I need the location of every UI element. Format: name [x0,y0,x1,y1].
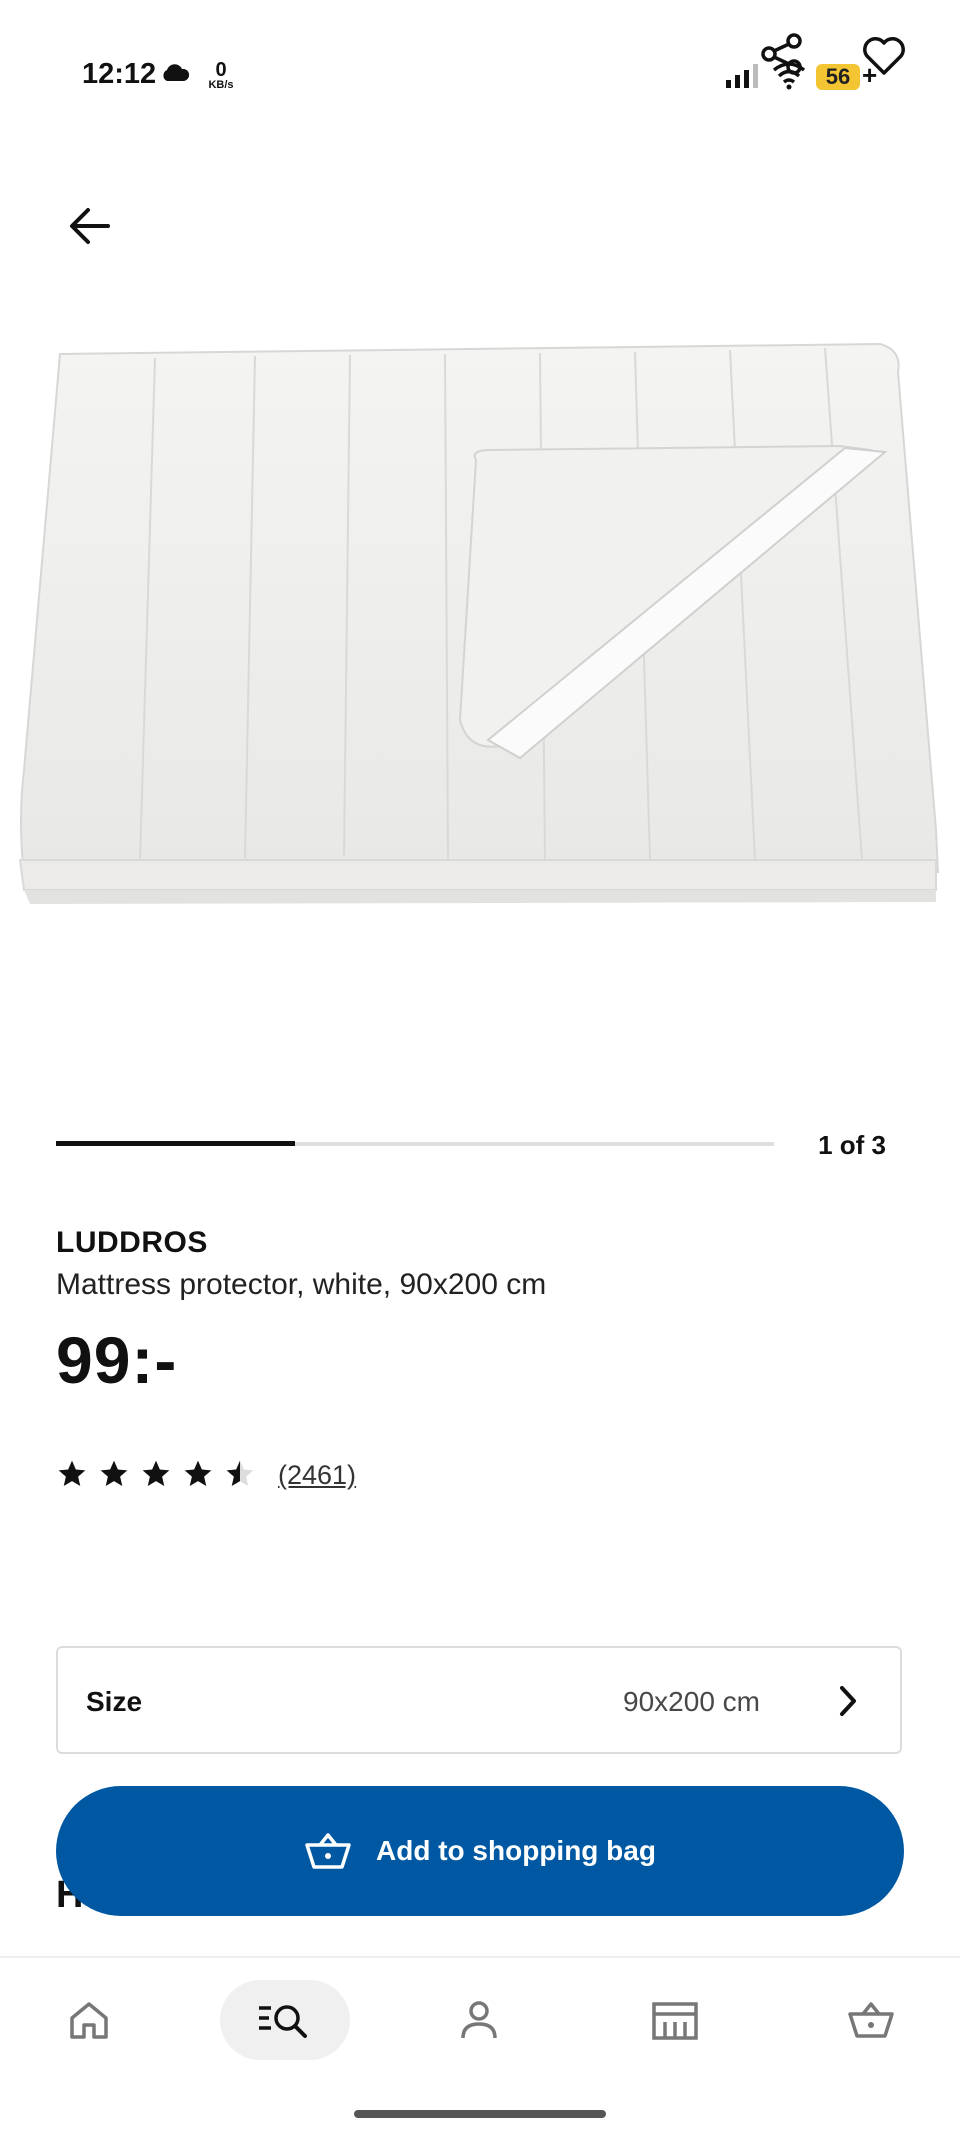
size-value: 90x200 cm [623,1686,760,1717]
back-arrow-icon[interactable] [68,202,124,250]
network-speed-value: 0 [215,59,227,81]
size-selector[interactable]: Size 90x200 cm [56,1646,902,1754]
signal-icon [726,64,758,88]
carousel-counter: 1 of 3 [818,1130,886,1160]
basket-icon [848,2002,894,2038]
nav-profile[interactable] [414,1980,544,2060]
status-time: 12:12 [82,58,157,90]
add-to-bag-label: Add to shopping bag [376,1835,656,1866]
network-speed-unit: KB/s [208,79,234,91]
store-icon [652,2002,698,2040]
battery-indicator: 56 [816,64,860,90]
carousel-progress [56,1141,296,1146]
rating-stars [56,1458,256,1490]
product-name: LUDDROS [56,1226,208,1259]
star-full-icon [100,1460,128,1486]
star-full-icon [184,1460,212,1486]
product-price: 99:- [56,1323,178,1397]
nav-store[interactable] [610,1980,740,2060]
add-to-bag-button[interactable]: Add to shopping bag [56,1786,904,1916]
share-icon[interactable] [760,32,804,76]
home-icon [70,2002,108,2039]
star-full-icon [58,1460,86,1486]
product-description: Mattress protector, white, 90x200 cm [56,1268,547,1301]
profile-icon [461,2001,497,2039]
basket-icon [305,1833,351,1869]
cloud-icon [163,64,190,81]
nav-divider [0,1956,960,1958]
product-image[interactable] [0,300,960,940]
network-speed: 0 KB/s [204,60,238,91]
review-count-link[interactable]: (2461) [278,1460,356,1491]
nav-home[interactable] [24,1980,154,2060]
star-half-icon [226,1460,254,1486]
nav-search[interactable] [220,1980,350,2060]
favorite-icon[interactable] [862,36,906,76]
star-full-icon [142,1460,170,1486]
size-label: Size [86,1686,143,1717]
nav-basket[interactable] [806,1980,936,2060]
bottom-navigation [0,1980,960,2060]
home-indicator[interactable] [354,2110,606,2118]
search-icon [259,2005,307,2038]
chevron-right-icon [840,1686,856,1716]
